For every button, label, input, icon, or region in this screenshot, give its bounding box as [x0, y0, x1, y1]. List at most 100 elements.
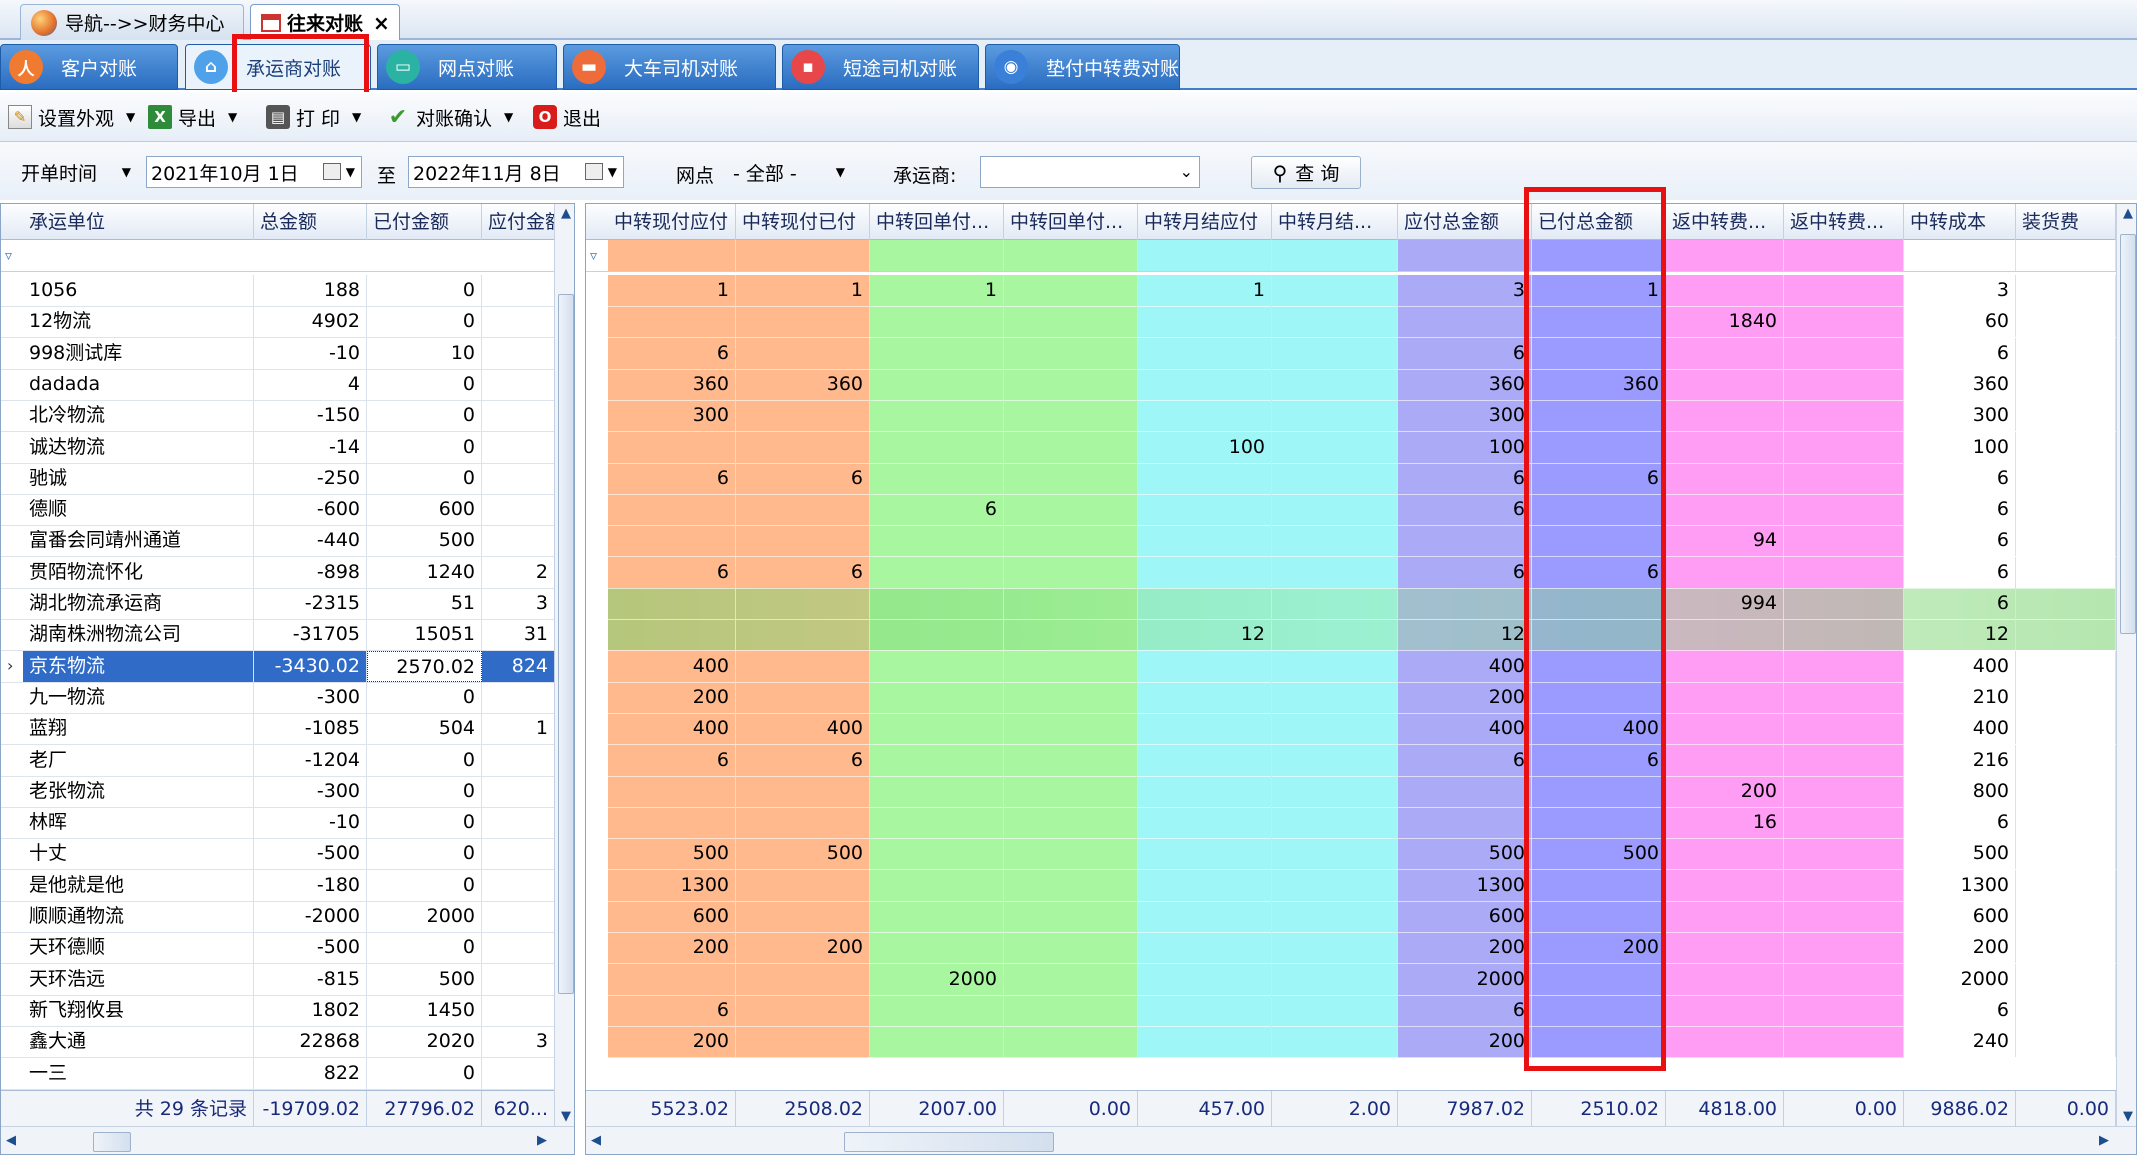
amount-cell[interactable]: 600	[1904, 901, 2016, 932]
amount-cell[interactable]	[1666, 994, 1784, 1026]
amount-cell[interactable]: 0	[367, 368, 482, 400]
amount-cell[interactable]	[736, 650, 870, 682]
amount-cell[interactable]: 12	[1398, 619, 1532, 651]
carrier-name-cell[interactable]: 富番会同靖州通道	[23, 525, 254, 557]
amount-cell[interactable]	[736, 775, 870, 807]
amount-cell[interactable]	[1272, 650, 1398, 682]
amount-cell[interactable]: 500	[1532, 838, 1666, 870]
amount-cell[interactable]	[1784, 994, 1904, 1026]
amount-cell[interactable]: 2000	[367, 901, 482, 932]
amount-cell[interactable]	[1004, 306, 1138, 338]
amount-cell[interactable]: 200	[1398, 681, 1532, 713]
doc-tab-reconciliation[interactable]: 往来对账 ×	[250, 4, 400, 40]
filter-cell[interactable]	[608, 240, 736, 271]
filter-cell[interactable]	[1784, 240, 1904, 271]
amount-cell[interactable]	[2016, 650, 2116, 682]
amount-cell[interactable]	[1138, 994, 1272, 1026]
amount-cell[interactable]	[1666, 681, 1784, 713]
amount-cell[interactable]: 4902	[254, 306, 367, 338]
amount-cell[interactable]	[1532, 901, 1666, 932]
amount-cell[interactable]	[870, 525, 1004, 557]
horizontal-scrollbar[interactable]: ◀ ▶	[586, 1126, 2136, 1154]
amount-cell[interactable]	[1532, 994, 1666, 1026]
amount-cell[interactable]	[2016, 431, 2116, 463]
amount-cell[interactable]: 0	[367, 775, 482, 807]
amount-cell[interactable]: -815	[254, 963, 367, 995]
amount-cell[interactable]	[482, 994, 555, 1026]
amount-cell[interactable]: 360	[1904, 368, 2016, 400]
amount-cell[interactable]: 100	[1138, 431, 1272, 463]
amount-cell[interactable]	[2016, 306, 2116, 338]
amount-cell[interactable]: 100	[1398, 431, 1532, 463]
amount-cell[interactable]	[1666, 901, 1784, 932]
amount-cell[interactable]	[482, 337, 555, 369]
amount-cell[interactable]: 1300	[608, 869, 736, 901]
amount-cell[interactable]	[870, 462, 1004, 494]
amount-cell[interactable]	[1004, 681, 1138, 713]
filter-cell[interactable]	[2016, 240, 2116, 271]
amount-cell[interactable]	[1784, 744, 1904, 776]
amount-cell[interactable]: 400	[1532, 713, 1666, 745]
amount-cell[interactable]	[1784, 1026, 1904, 1058]
amount-cell[interactable]	[1004, 713, 1138, 745]
amount-cell[interactable]	[1004, 1026, 1138, 1058]
amount-cell[interactable]: 3	[482, 588, 555, 619]
amount-cell[interactable]	[1784, 901, 1904, 932]
date-to-picker[interactable]: 2022年11月 8日 ▼	[408, 156, 624, 188]
amount-cell[interactable]: 1	[482, 713, 555, 745]
amount-cell[interactable]: 1240	[367, 556, 482, 588]
carrier-name-cell[interactable]: 顺顺通物流	[23, 901, 254, 932]
amount-cell[interactable]: 0	[367, 744, 482, 776]
amount-cell[interactable]	[1004, 932, 1138, 964]
filter-cell[interactable]	[1904, 240, 2016, 271]
amount-cell[interactable]	[870, 306, 1004, 338]
amount-cell[interactable]	[1666, 1026, 1784, 1058]
amount-cell[interactable]: -1085	[254, 713, 367, 745]
amount-cell[interactable]: 600	[1398, 901, 1532, 932]
amount-cell[interactable]	[482, 462, 555, 494]
amount-cell[interactable]: 400	[1904, 650, 2016, 682]
amount-cell[interactable]	[1138, 838, 1272, 870]
carrier-name-cell[interactable]: 天环浩远	[23, 963, 254, 995]
amount-cell[interactable]	[1004, 588, 1138, 619]
amount-cell[interactable]	[1138, 400, 1272, 432]
amount-cell[interactable]: 6	[1398, 462, 1532, 494]
filter-cell[interactable]	[736, 240, 870, 271]
amount-cell[interactable]: 12	[1904, 619, 2016, 651]
amount-cell[interactable]	[1138, 775, 1272, 807]
column-header[interactable]: 总金额	[254, 204, 367, 240]
query-button[interactable]: ⚲ 查 询	[1251, 156, 1361, 189]
amount-cell[interactable]: 6	[1532, 556, 1666, 588]
amount-cell[interactable]: -150	[254, 400, 367, 432]
amount-cell[interactable]: 0	[367, 400, 482, 432]
column-header[interactable]: 中转月结...	[1272, 204, 1398, 240]
amount-cell[interactable]	[608, 775, 736, 807]
amount-cell[interactable]: 1	[736, 275, 870, 306]
amount-cell[interactable]	[1532, 963, 1666, 995]
amount-cell[interactable]	[1272, 588, 1398, 619]
amount-cell[interactable]	[1784, 838, 1904, 870]
amount-cell[interactable]: 400	[1398, 713, 1532, 745]
amount-cell[interactable]	[2016, 744, 2116, 776]
amount-cell[interactable]	[1004, 525, 1138, 557]
amount-cell[interactable]: 600	[608, 901, 736, 932]
amount-cell[interactable]: 504	[367, 713, 482, 745]
amount-cell[interactable]: 400	[1398, 650, 1532, 682]
column-header[interactable]: 中转现付已付	[736, 204, 870, 240]
amount-cell[interactable]: 360	[608, 368, 736, 400]
amount-cell[interactable]: 0	[367, 462, 482, 494]
amount-cell[interactable]	[1666, 431, 1784, 463]
amount-cell[interactable]	[1532, 588, 1666, 619]
amount-cell[interactable]: 300	[608, 400, 736, 432]
amount-cell[interactable]	[1666, 869, 1784, 901]
amount-cell[interactable]	[608, 306, 736, 338]
date-from-picker[interactable]: 2021年10月 1日 ▼	[146, 156, 362, 188]
amount-cell[interactable]	[2016, 963, 2116, 995]
amount-cell[interactable]: 500	[367, 963, 482, 995]
carrier-name-cell[interactable]: 老厂	[23, 744, 254, 776]
carrier-name-cell[interactable]: 京东物流	[23, 650, 254, 682]
amount-cell[interactable]: 100	[1904, 431, 2016, 463]
scroll-up-arrow-icon[interactable]: ▲	[555, 206, 574, 221]
amount-cell[interactable]: -3430.02	[254, 650, 367, 682]
amount-cell[interactable]	[1784, 431, 1904, 463]
